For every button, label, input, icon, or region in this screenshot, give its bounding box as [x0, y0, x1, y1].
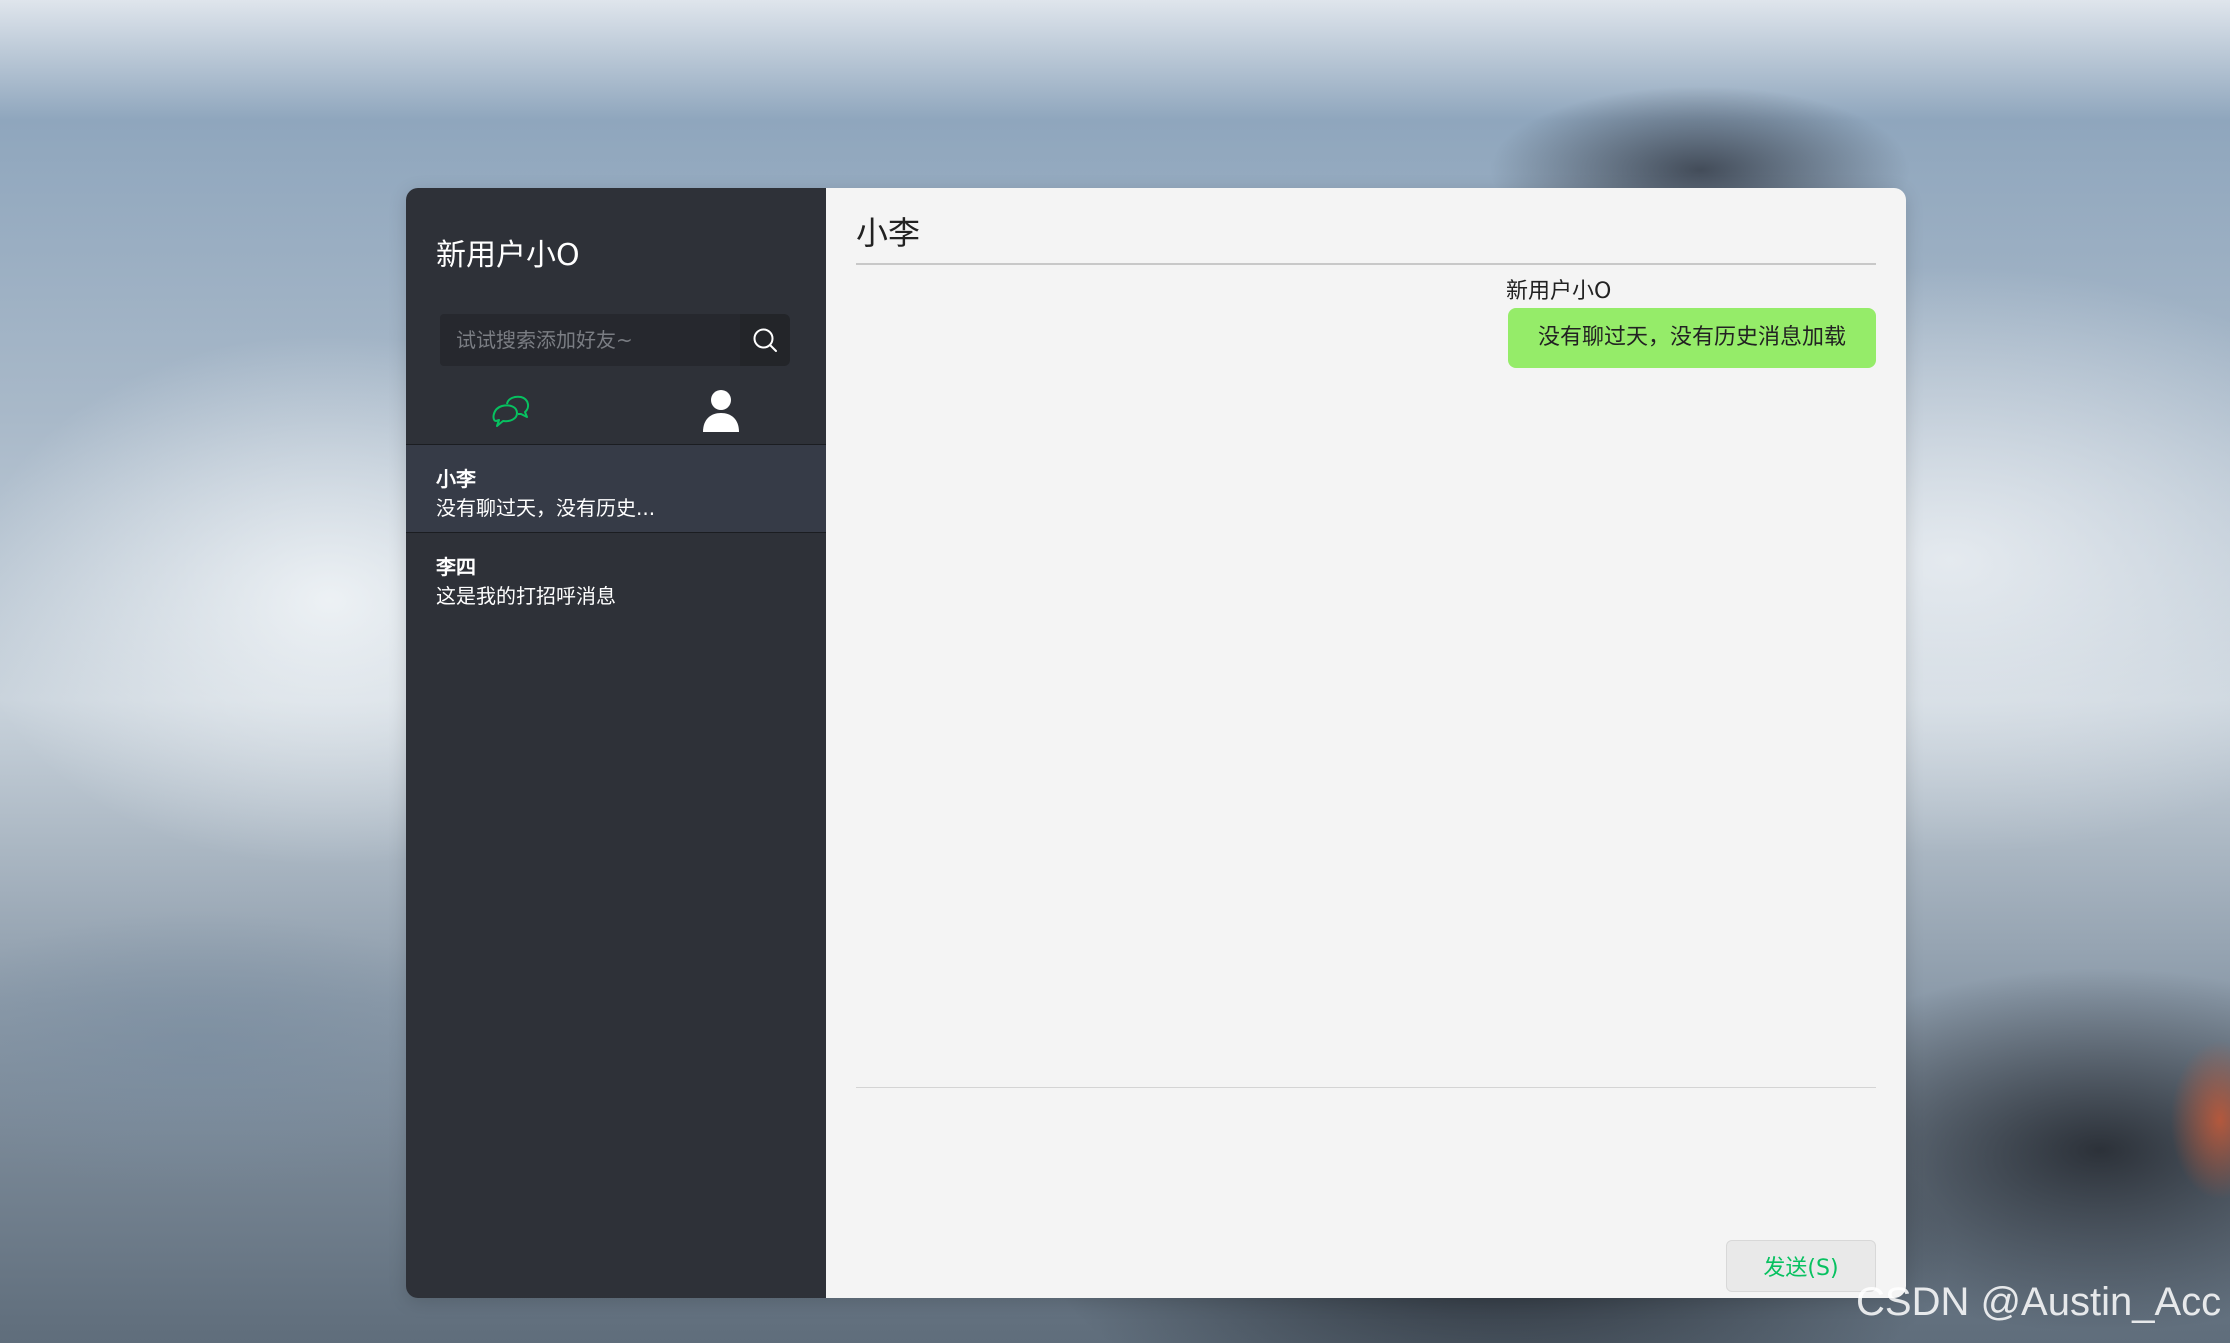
sidebar-tabs [406, 378, 826, 444]
send-button[interactable]: 发送(S) [1726, 1240, 1876, 1292]
contacts-person-icon [703, 390, 739, 432]
chat-header-divider [856, 263, 1876, 265]
tab-contacts[interactable] [616, 378, 826, 444]
message-sender: 新用户小O [1505, 279, 1612, 304]
contact-item-xiaoli[interactable]: 小李 没有聊过天，没有历史... [406, 445, 826, 533]
message-bubble: 没有聊过天，没有历史消息加载 [1507, 308, 1876, 368]
watermark: CSDN @Austin_Acc [1856, 1280, 2222, 1324]
chat-bubbles-icon [492, 395, 530, 427]
contact-list: 小李 没有聊过天，没有历史... 李四 这是我的打招呼消息 [406, 445, 826, 621]
chat-title: 小李 [856, 214, 921, 252]
contact-last-message: 这是我的打招呼消息 [436, 584, 616, 608]
search-box [440, 314, 790, 366]
sidebar: 新用户小O 试试搜索添加好友~ 小李 没有聊过天，没有历史... 李四 这是我的… [406, 188, 826, 1298]
search-input[interactable] [440, 314, 740, 366]
compose-divider [856, 1087, 1876, 1088]
tab-chats[interactable] [406, 378, 616, 444]
message-input[interactable] [856, 1093, 1880, 1217]
search-icon [753, 328, 777, 352]
contact-name: 小李 [436, 467, 476, 491]
contact-name: 李四 [436, 555, 476, 579]
message-outgoing: 新用户小O 没有聊过天，没有历史消息加载 [1505, 278, 1876, 368]
chat-panel: 小李 新用户小O 没有聊过天，没有历史消息加载 发送(S) [826, 188, 1906, 1298]
background-highlight [2170, 1040, 2230, 1200]
contact-item-lisi[interactable]: 李四 这是我的打招呼消息 [406, 533, 826, 621]
current-user-name: 新用户小O [436, 238, 580, 273]
chat-app-window: 新用户小O 试试搜索添加好友~ 小李 没有聊过天，没有历史... 李四 这是我的… [406, 188, 1906, 1298]
contact-last-message: 没有聊过天，没有历史... [436, 496, 656, 520]
search-button[interactable] [740, 314, 790, 366]
